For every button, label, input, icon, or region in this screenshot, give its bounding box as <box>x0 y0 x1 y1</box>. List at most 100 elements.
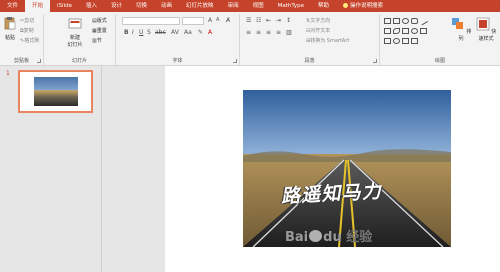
new-slide-label-1: 新建 <box>69 35 80 41</box>
tab-design[interactable]: 设计 <box>104 0 129 12</box>
shadow-icon[interactable]: S <box>147 29 151 36</box>
font-name-combo[interactable] <box>122 17 180 25</box>
bullets-icon[interactable]: ☰ <box>246 17 251 24</box>
tab-transitions[interactable]: 切换 <box>129 0 154 12</box>
align-text-label: 对齐文本 <box>310 28 331 34</box>
shape-brace-icon[interactable] <box>384 38 391 44</box>
justify-icon[interactable]: ≡ <box>276 29 281 36</box>
quick-styles-icon <box>476 17 490 31</box>
convert-smartart-button[interactable]: ⊞转换为 SmartArt <box>306 37 349 44</box>
decrease-font-icon[interactable]: A <box>216 17 219 23</box>
shape-textbox-icon[interactable] <box>384 18 391 24</box>
shape-star-icon[interactable] <box>420 28 427 34</box>
watermark-suffix: 经验 <box>346 230 373 245</box>
cut-label: 剪切 <box>24 18 35 24</box>
road-photo[interactable]: 路遥知马力 <box>243 90 451 247</box>
increase-font-icon[interactable]: A <box>208 17 212 24</box>
strikethrough-icon[interactable]: abc <box>155 29 166 36</box>
increase-indent-icon[interactable]: ⇥ <box>276 17 281 24</box>
tab-animations[interactable]: 动画 <box>154 0 179 12</box>
slide-thumbnail-pane: 1 <box>0 66 102 272</box>
slides-group-label: 幻灯片 <box>71 58 87 64</box>
new-slide-icon <box>68 18 82 29</box>
shape-cloud-icon[interactable] <box>393 38 400 44</box>
thumbnail-road-image <box>34 77 78 106</box>
font-launcher-icon[interactable] <box>233 59 237 63</box>
char-spacing-icon[interactable]: AV <box>171 29 179 36</box>
tab-islide[interactable]: iSlide <box>50 0 79 12</box>
shape-arrow-icon[interactable] <box>402 28 409 34</box>
new-slide-label-2: 幻灯片 <box>67 42 83 48</box>
font-group-label: 字体 <box>172 58 183 64</box>
tell-me-search[interactable]: 操作说明搜索 <box>336 0 390 12</box>
section-label: 节 <box>96 38 102 44</box>
tell-me-label: 操作说明搜索 <box>350 3 384 9</box>
drawing-group-label: 绘图 <box>434 58 445 64</box>
slides-group: 新建 幻灯片 ▤版式 ▦重置 ▥节 幻灯片 <box>44 14 116 65</box>
baidu-jingyan-watermark: Bai du 经验 <box>285 226 372 245</box>
underline-icon[interactable]: U <box>139 29 143 36</box>
watermark-brand-b: du <box>323 230 342 245</box>
font-color-icon[interactable]: A <box>208 29 212 36</box>
align-right-icon[interactable]: ≡ <box>266 29 271 36</box>
paragraph-group-label: 段落 <box>304 58 315 64</box>
copy-button[interactable]: ⧉复制 <box>20 27 34 34</box>
shape-callout-icon[interactable] <box>402 38 409 44</box>
tab-insert[interactable]: 插入 <box>79 0 104 12</box>
shape-leaf-icon[interactable] <box>393 28 400 34</box>
shape-bracket-icon[interactable] <box>411 38 418 44</box>
italic-icon[interactable]: I <box>132 29 134 36</box>
layout-label: 版式 <box>96 18 107 24</box>
shape-triangle-icon[interactable] <box>384 28 391 34</box>
paste-label: 粘贴 <box>4 35 15 41</box>
text-direction-label: 文字方向 <box>310 18 331 24</box>
numbering-icon[interactable]: ☷ <box>256 17 261 24</box>
align-left-icon[interactable]: ≡ <box>246 29 251 36</box>
shape-rounded-rect-icon[interactable] <box>411 18 418 24</box>
tab-slideshow[interactable]: 幻灯片放映 <box>179 0 221 12</box>
lightbulb-icon <box>343 2 349 8</box>
slide-thumbnail[interactable] <box>18 70 93 113</box>
cut-button[interactable]: ✂剪切 <box>20 17 34 24</box>
shape-rect-icon[interactable] <box>393 18 400 24</box>
section-button[interactable]: ▥节 <box>92 37 102 44</box>
reset-button[interactable]: ▦重置 <box>92 27 107 34</box>
tab-view[interactable]: 视图 <box>246 0 271 12</box>
paragraph-launcher-icon[interactable] <box>373 59 377 63</box>
tab-home[interactable]: 开始 <box>25 0 51 12</box>
tab-file[interactable]: 文件 <box>0 0 25 12</box>
change-case-icon[interactable]: Aa <box>184 29 192 36</box>
shape-line-icon[interactable] <box>418 16 429 26</box>
paste-icon <box>4 17 16 30</box>
clipboard-launcher-icon[interactable] <box>37 59 41 63</box>
align-center-icon[interactable]: ≡ <box>256 29 261 36</box>
new-slide-button[interactable]: 新建 幻灯片 <box>64 16 86 48</box>
decrease-indent-icon[interactable]: ⇤ <box>266 17 271 24</box>
font-size-combo[interactable] <box>182 17 204 25</box>
road-text-overlay[interactable]: 路遥知马力 <box>280 176 386 208</box>
drawing-group: 排列 快速样式 绘图 <box>380 14 500 65</box>
paste-button[interactable]: 粘贴 <box>2 16 18 41</box>
tab-review[interactable]: 审阅 <box>221 0 246 12</box>
font-group: A A A̸ B I U S abc AV Aa ✎ A 字体 <box>116 14 240 65</box>
format-painter-button[interactable]: ✎格式刷 <box>20 37 39 44</box>
tab-help[interactable]: 帮助 <box>311 0 336 12</box>
columns-icon[interactable]: ▥ <box>286 29 292 36</box>
ribbon: 粘贴 ✂剪切 ⧉复制 ✎格式刷 剪贴板 新建 幻灯片 ▤版式 ▦重置 ▥节 幻灯… <box>0 12 500 66</box>
paw-icon <box>309 230 323 242</box>
bold-icon[interactable]: B <box>124 29 129 36</box>
text-direction-button[interactable]: ⇅文字方向 <box>306 17 330 24</box>
align-text-button[interactable]: ⊟对齐文本 <box>306 27 330 34</box>
arrange-button[interactable]: 排列 <box>450 17 472 42</box>
tab-mathtype[interactable]: MathType <box>271 0 311 12</box>
quick-styles-button[interactable]: 快速样式 <box>474 17 498 42</box>
layout-button[interactable]: ▤版式 <box>92 17 107 24</box>
road-photo-svg <box>243 90 451 247</box>
shape-smiley-icon[interactable] <box>411 28 418 34</box>
clear-format-icon[interactable]: A̸ <box>226 17 230 24</box>
ribbon-tab-bar: 文件 开始 iSlide 插入 设计 切换 动画 幻灯片放映 审阅 视图 Mat… <box>0 0 500 12</box>
highlight-icon[interactable]: ✎ <box>198 29 203 36</box>
shape-oval-icon[interactable] <box>402 18 409 24</box>
watermark-brand-a: Bai <box>285 230 309 245</box>
line-spacing-icon[interactable]: ↕ <box>286 17 291 24</box>
